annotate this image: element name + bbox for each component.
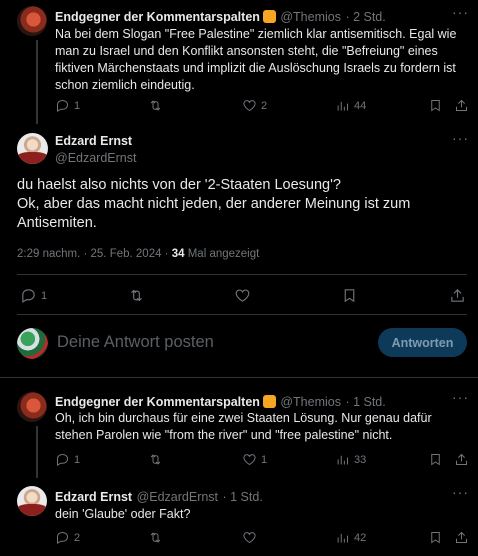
like-button[interactable]: 1 [242,452,267,467]
divider [0,377,478,378]
avatar[interactable] [17,486,47,516]
author-name[interactable]: Edzard Ernst [55,134,132,148]
author-name[interactable]: Edzard Ernst [55,490,132,504]
like-count: 1 [261,453,268,466]
bookmark-button[interactable] [428,530,443,545]
retweet-button[interactable] [148,530,163,545]
reply-count: 1 [74,99,81,112]
share-icon [454,452,469,467]
reply-icon [55,98,70,113]
share-button[interactable] [454,530,469,545]
retweet-button[interactable] [128,287,145,304]
more-icon[interactable]: ··· [452,389,469,405]
more-icon[interactable]: ··· [452,4,469,20]
fist-emoji-icon [262,395,276,408]
share-icon [449,287,466,304]
reply-count: 2 [74,531,81,544]
like-count: 2 [261,99,268,112]
bookmark-button[interactable] [428,452,443,467]
reply-button[interactable]: 1 [55,452,80,467]
reply-count: 1 [41,289,48,302]
tweet-time[interactable]: · 1 Std. [345,395,385,409]
share-icon [454,98,469,113]
bookmark-icon [341,287,358,304]
tweet-text: dein 'Glaube' oder Fakt? [55,507,191,521]
views-count: 34 [171,248,185,260]
views-count: 33 [354,453,367,466]
bookmark-button[interactable] [341,287,358,304]
bookmark-button[interactable] [428,98,443,113]
retweet-icon [148,98,163,113]
share-button[interactable] [449,287,466,304]
author-handle[interactable]: @EdzardErnst [137,490,218,504]
views-count: 44 [354,99,367,112]
avatar[interactable] [17,392,47,422]
tweet-header: Endgegner der Kommentarspalten @Themios … [55,8,386,26]
views-button[interactable]: 42 [335,530,366,545]
like-button[interactable]: 2 [242,98,267,113]
views-count: 42 [354,531,367,544]
author-handle[interactable]: @EdzardErnst [55,151,136,165]
more-icon[interactable]: ··· [452,130,469,146]
heart-icon [242,530,257,545]
reply-button[interactable]: 2 [55,530,80,545]
retweet-icon [128,287,145,304]
tweet-time[interactable]: · 1 Std. [223,490,263,504]
thread-line [36,426,38,478]
tweet-header: Edzard Ernst @EdzardErnst · 1 Std. [55,488,263,506]
reply-input[interactable]: Deine Antwort posten [57,333,214,352]
like-button[interactable] [242,530,257,545]
tweet-time[interactable]: · 2 Std. [345,10,385,24]
reply-button[interactable]: 1 [20,287,47,304]
author-handle[interactable]: @Themios [280,10,341,24]
author-name[interactable]: Endgegner der Kommentarspalten [55,10,260,24]
heart-icon [242,98,257,113]
avatar [17,328,48,359]
fist-emoji-icon [262,10,276,23]
reply-icon [55,452,70,467]
retweet-button[interactable] [148,452,163,467]
more-icon[interactable]: ··· [452,484,469,500]
tweet-meta: 2:29 nachm. · 25. Feb. 2024 · 34 Mal ang… [17,248,259,260]
reply-count: 1 [74,453,81,466]
tweet-text-line-1: du haelst also nichts von der '2-Staaten… [17,177,341,193]
views-icon [335,452,350,467]
tweet-text: Na bei dem Slogan "Free Palestine" zieml… [55,27,457,92]
timestamp[interactable]: 2:29 nachm. · 25. Feb. 2024 · [17,248,169,260]
divider [17,314,467,315]
share-button[interactable] [454,452,469,467]
views-label: Mal angezeigt [187,248,260,260]
author-handle[interactable]: @Themios [280,395,341,409]
like-button[interactable] [234,287,251,304]
avatar[interactable] [17,133,48,164]
tweet-text-line-2: Ok, aber das macht nicht jeden, der ande… [17,196,411,231]
retweet-icon [148,452,163,467]
share-icon [454,530,469,545]
views-button[interactable]: 44 [335,98,366,113]
bookmark-icon [428,530,443,545]
views-icon [335,530,350,545]
reply-button[interactable]: 1 [55,98,80,113]
thread-line [36,40,38,124]
bookmark-icon [428,98,443,113]
retweet-icon [148,530,163,545]
bookmark-icon [428,452,443,467]
views-icon [335,98,350,113]
retweet-button[interactable] [148,98,163,113]
heart-icon [234,287,251,304]
reply-icon [20,287,37,304]
divider [17,274,467,275]
views-button[interactable]: 33 [335,452,366,467]
author-name[interactable]: Endgegner der Kommentarspalten [55,395,260,409]
tweet-text: Oh, ich bin durchaus für eine zwei Staat… [55,411,432,442]
tweet-header: Endgegner der Kommentarspalten @Themios … [55,393,386,411]
share-button[interactable] [454,98,469,113]
avatar[interactable] [17,6,47,36]
reply-icon [55,530,70,545]
reply-submit-button[interactable]: Antworten [378,328,467,357]
heart-icon [242,452,257,467]
